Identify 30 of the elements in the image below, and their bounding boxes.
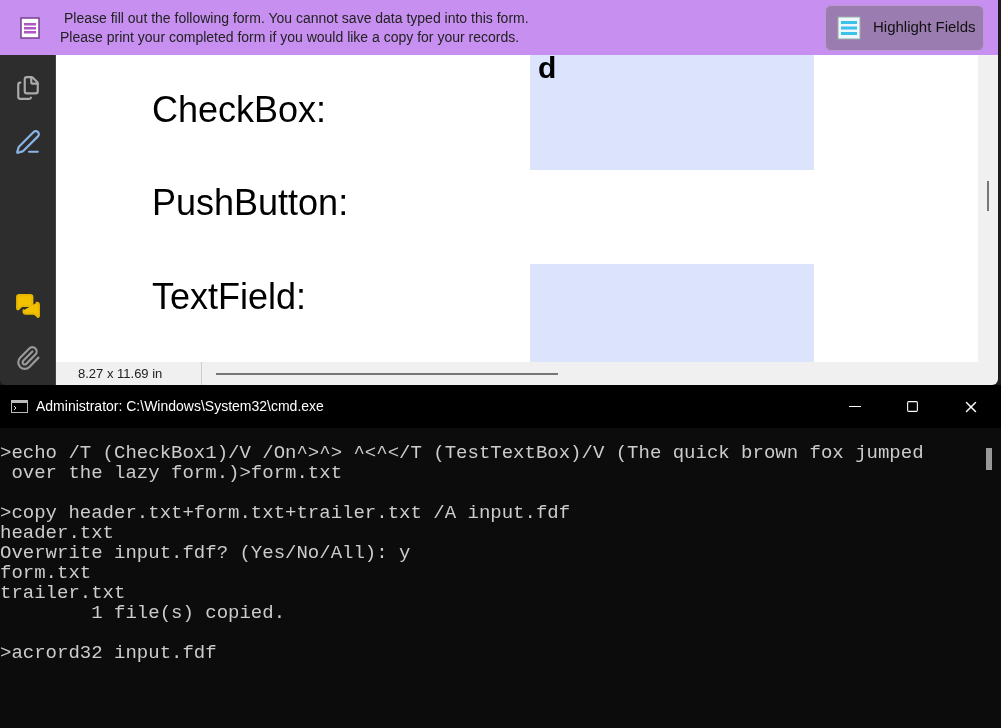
- console-line: header.txt: [0, 523, 115, 543]
- notification-text: Please fill out the following form. You cannot save data typed into this form.: [64, 8, 530, 28]
- page-size-text: 8.27 x 11.69 in: [77, 364, 164, 383]
- minimize-icon: [849, 406, 861, 407]
- console-line: >acrord32 input.fdf: [0, 643, 217, 663]
- console-line: trailer.txt: [0, 583, 126, 603]
- pen-icon[interactable]: [14, 129, 41, 155]
- form-field[interactable]: [530, 264, 814, 362]
- list-icon: [837, 15, 861, 40]
- vertical-scrollbar[interactable]: [978, 55, 998, 362]
- form-icon: [20, 16, 40, 39]
- comments-icon[interactable]: [13, 293, 42, 319]
- console-line: >copy header.txt+form.txt+trailer.txt /A input.fdf: [0, 503, 571, 523]
- form-field[interactable]: d: [530, 55, 814, 170]
- notification-text: Please print your completed form if you would like a copy for your records.: [60, 27, 521, 47]
- console-title: Administrator: C:\Windows\System32\cmd.exe: [36, 397, 325, 416]
- paperclip-icon[interactable]: [14, 345, 41, 371]
- pages-icon[interactable]: [14, 75, 41, 101]
- field-label: PushButton:: [152, 183, 350, 223]
- highlight-fields-button[interactable]: Highlight Fields: [825, 4, 984, 51]
- console-line: >echo /T (CheckBox1)/V /On^>^> ^<^</T (TestTextBox)/V (The quick brown fox jumped: [0, 443, 924, 463]
- console-icon: [11, 400, 28, 413]
- console-line: 1 file(s) copied.: [90, 603, 286, 623]
- horizontal-scrollbar[interactable]: [216, 372, 558, 375]
- console-line: form.txt: [0, 563, 92, 583]
- console-line: over the lazy form.)>form.txt: [10, 463, 343, 483]
- console-line: Overwrite input.fdf? (Yes/No/All): y: [0, 543, 411, 563]
- field-label: CheckBox:: [152, 90, 328, 130]
- field-label: TextField:: [152, 277, 308, 317]
- maximize-icon: [905, 400, 919, 413]
